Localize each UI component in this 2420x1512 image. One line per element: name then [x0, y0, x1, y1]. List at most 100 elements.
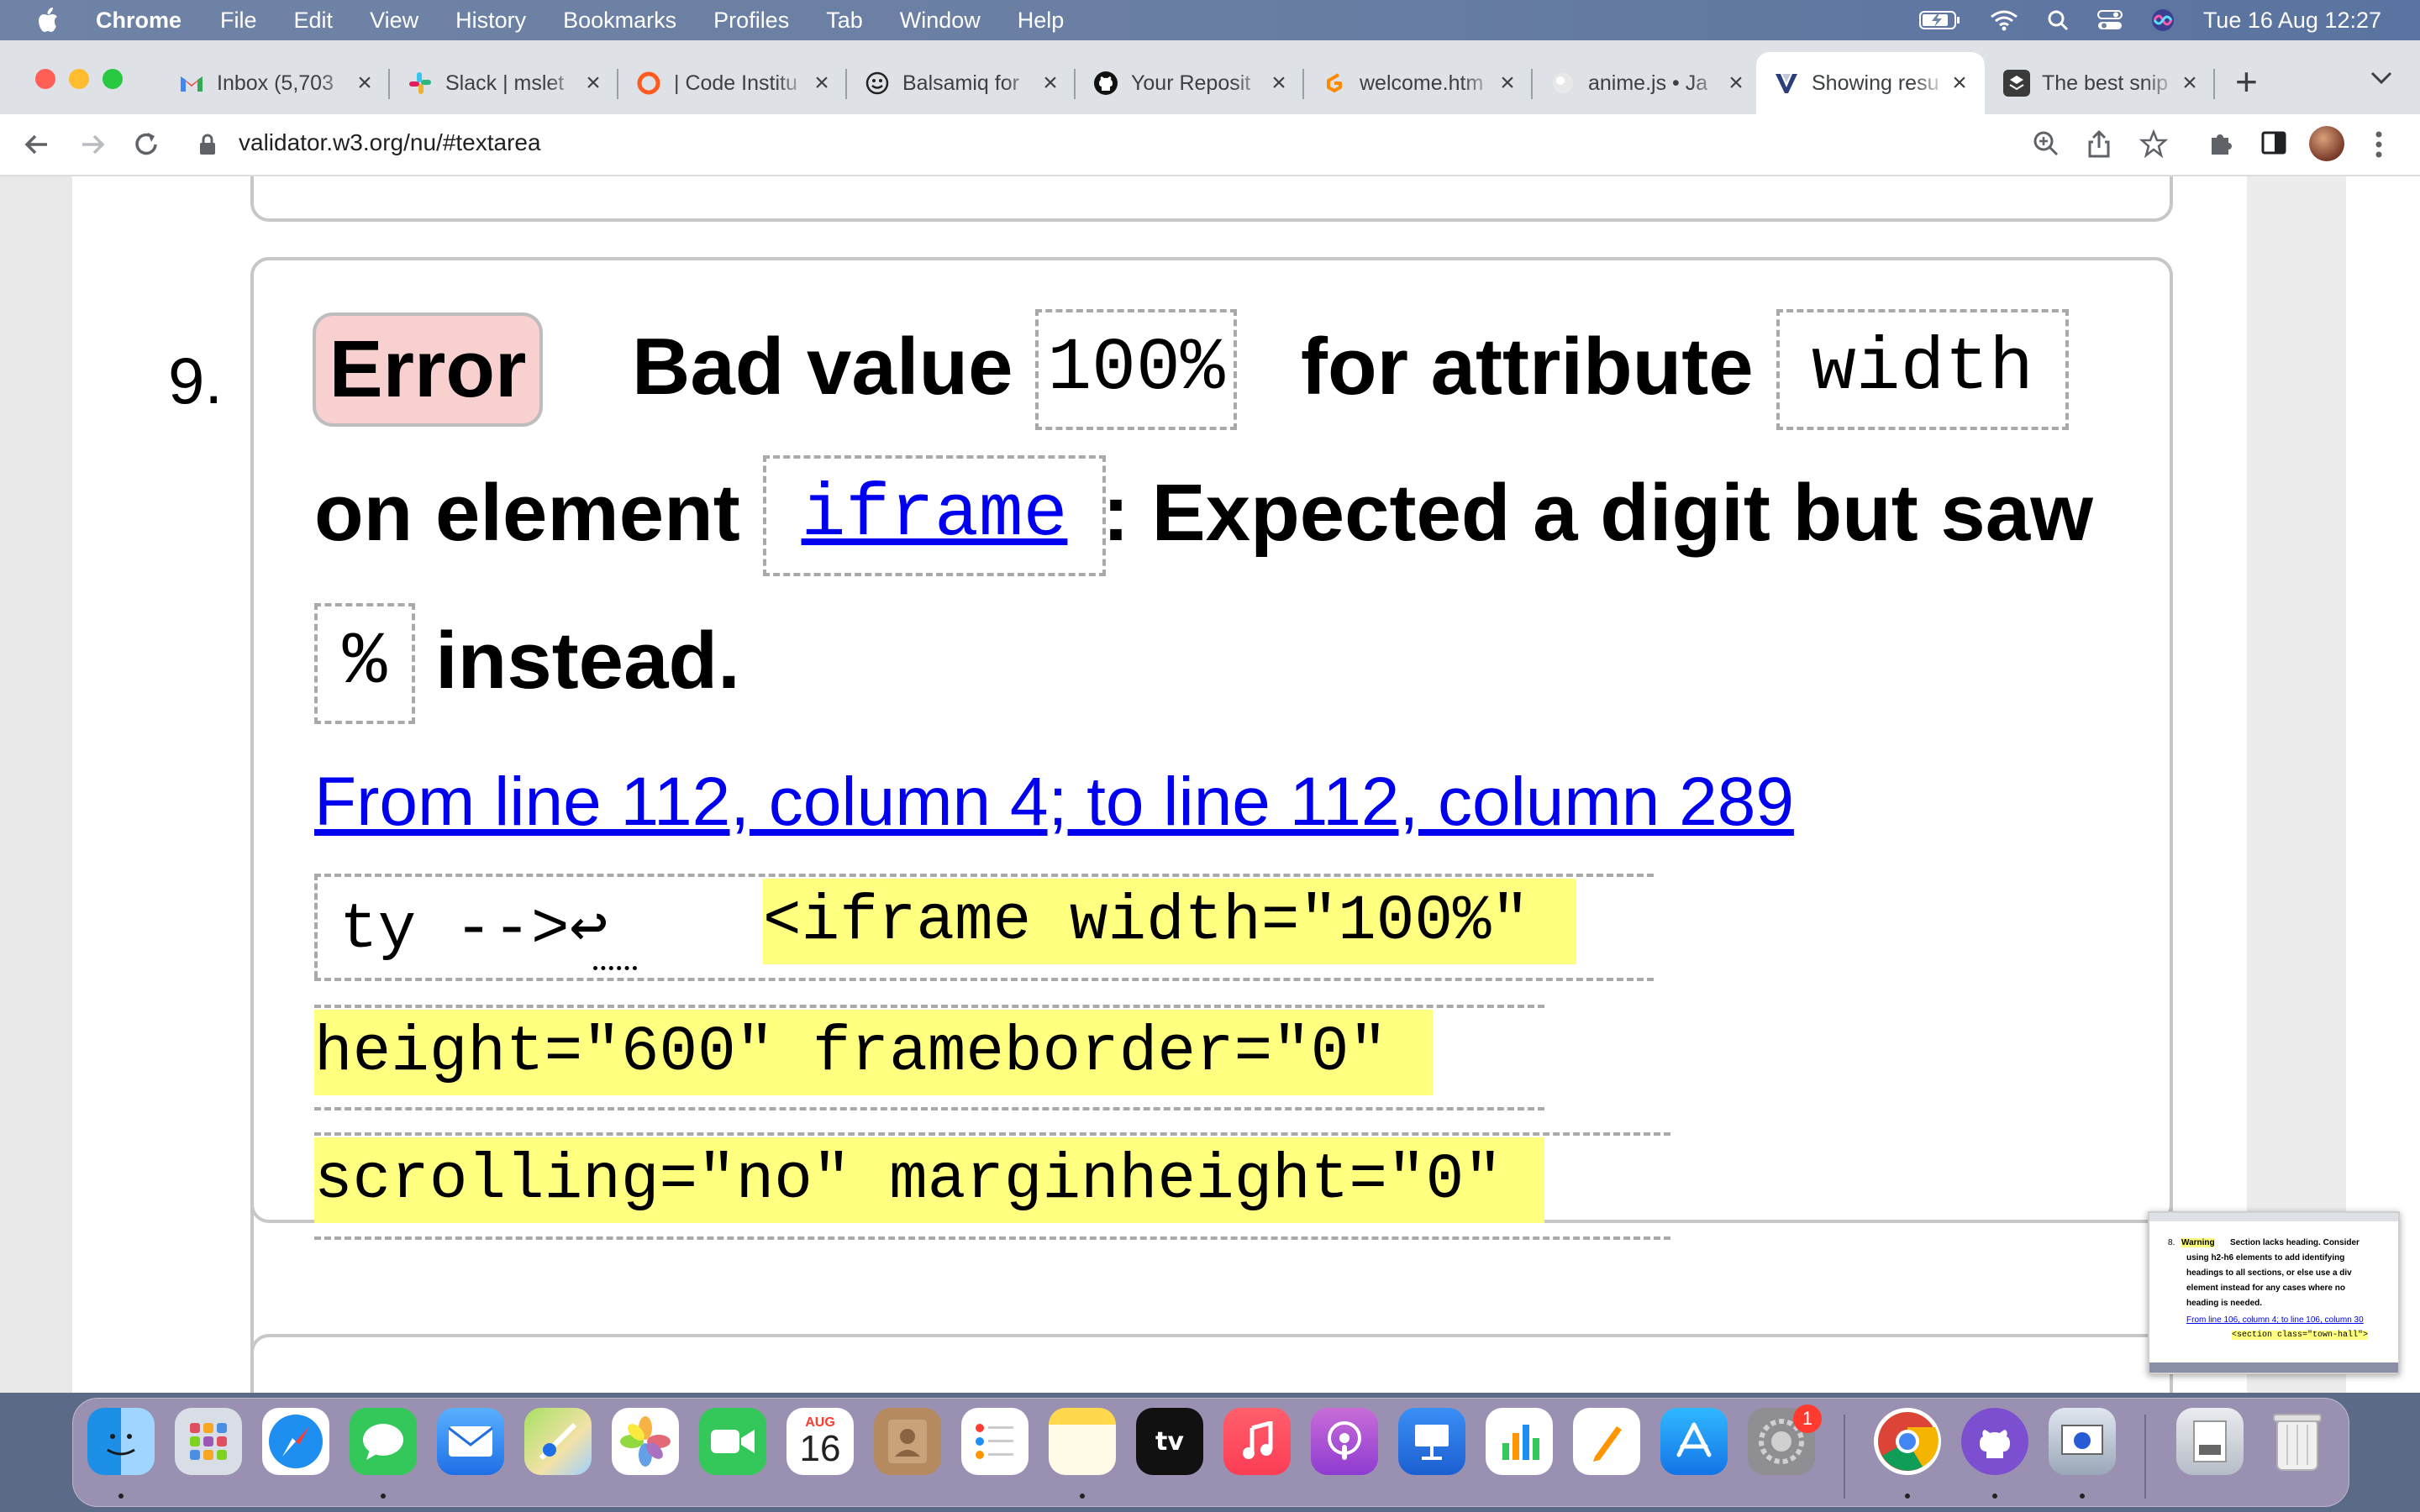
- extract-highlight-line-3: scrolling="no" marginheight="0": [314, 1137, 1544, 1223]
- gmail-icon: [178, 70, 205, 97]
- launchpad-icon[interactable]: [175, 1408, 242, 1475]
- reload-icon[interactable]: [131, 129, 161, 160]
- app-store-icon[interactable]: [1660, 1408, 1728, 1475]
- message-number: 9.: [168, 344, 224, 417]
- system-preferences-badge: 1: [1793, 1404, 1822, 1433]
- reminders-icon[interactable]: [961, 1408, 1028, 1475]
- screenshot-thumbnail[interactable]: 8. Warning Section lacks heading. Consid…: [2148, 1211, 2400, 1374]
- photos-icon[interactable]: [612, 1408, 679, 1475]
- thumbnail-line-3: headings to all sections, or else use a …: [2186, 1268, 2352, 1278]
- trash-icon[interactable]: [2264, 1408, 2331, 1475]
- menu-history[interactable]: History: [455, 8, 526, 34]
- menu-view[interactable]: View: [370, 8, 418, 34]
- menu-help[interactable]: Help: [1018, 8, 1065, 34]
- tab-close-icon[interactable]: ×: [353, 69, 376, 97]
- tab-validator-active[interactable]: Showing resu ×: [1756, 52, 1985, 114]
- menu-bar-clock[interactable]: Tue 16 Aug 12:27: [2203, 8, 2381, 34]
- menu-file[interactable]: File: [220, 8, 257, 34]
- tab-close-icon[interactable]: ×: [1039, 69, 1062, 97]
- notes-icon[interactable]: [1049, 1408, 1116, 1475]
- extract-context: ty -->↩: [339, 894, 608, 966]
- thumbnail-line-1: Section lacks heading. Consider: [2230, 1238, 2360, 1247]
- tab-snippets[interactable]: The best snip ×: [1986, 52, 2215, 114]
- tab-code-institute[interactable]: | Code Institu ×: [618, 52, 847, 114]
- more-menu-icon[interactable]: [2375, 129, 2383, 160]
- downloads-stack-icon[interactable]: [2176, 1408, 2244, 1475]
- address-bar-url[interactable]: validator.w3.org/nu/#textarea: [239, 129, 541, 156]
- tab-title: welcome.htm: [1360, 71, 1484, 95]
- side-panel-icon[interactable]: [2260, 129, 2287, 156]
- calendar-day: 16: [799, 1428, 841, 1469]
- menu-window[interactable]: Window: [900, 8, 981, 34]
- wifi-icon[interactable]: [1990, 9, 2018, 31]
- chrome-icon[interactable]: [1874, 1408, 1941, 1475]
- profile-avatar[interactable]: [2309, 126, 2344, 161]
- chrome-running-indicator: [1905, 1494, 1910, 1499]
- music-icon[interactable]: [1223, 1408, 1291, 1475]
- window-minimize-button[interactable]: [69, 69, 89, 89]
- menu-edit[interactable]: Edit: [294, 8, 334, 34]
- tab-gmail[interactable]: Inbox (5,703 ×: [161, 52, 390, 114]
- github-desktop-icon[interactable]: [1961, 1408, 2028, 1475]
- zoom-icon[interactable]: [2032, 129, 2060, 158]
- finder-icon[interactable]: [87, 1408, 155, 1475]
- menu-app-name[interactable]: Chrome: [96, 8, 182, 34]
- pages-icon[interactable]: [1573, 1408, 1640, 1475]
- bookmark-star-icon[interactable]: [2139, 129, 2168, 158]
- tab-animejs[interactable]: anime.js • Ja ×: [1533, 52, 1761, 114]
- tab-close-icon[interactable]: ×: [1267, 69, 1291, 97]
- lock-icon[interactable]: [198, 133, 217, 156]
- tab-search-chevron-icon[interactable]: [2370, 71, 2393, 86]
- tab-close-icon[interactable]: ×: [810, 69, 834, 97]
- maps-icon[interactable]: [524, 1408, 592, 1475]
- share-icon[interactable]: [2086, 129, 2112, 160]
- numbers-icon[interactable]: [1486, 1408, 1553, 1475]
- extensions-puzzle-icon[interactable]: [2207, 129, 2235, 158]
- messages-icon[interactable]: [350, 1408, 417, 1475]
- tab-title: Inbox (5,703: [217, 71, 334, 95]
- apple-tv-icon[interactable]: tv: [1136, 1408, 1203, 1475]
- tab-balsamiq[interactable]: Balsamiq for ×: [847, 52, 1076, 114]
- menu-tab[interactable]: Tab: [826, 8, 863, 34]
- tab-github[interactable]: Your Reposit ×: [1076, 52, 1304, 114]
- messages-running-indicator: [381, 1494, 386, 1499]
- dock-separator: [1844, 1415, 1845, 1499]
- iframe-element-link[interactable]: iframe: [802, 474, 1068, 557]
- window-close-button[interactable]: [35, 69, 55, 89]
- notes-running-indicator: [1080, 1494, 1085, 1499]
- battery-icon[interactable]: [1918, 10, 1961, 30]
- spotlight-search-icon[interactable]: [2047, 9, 2069, 31]
- tab-close-icon[interactable]: ×: [581, 69, 605, 97]
- calendar-icon[interactable]: AUG 16: [786, 1408, 854, 1475]
- keynote-icon[interactable]: [1398, 1408, 1465, 1475]
- extract-top-border: [314, 874, 1654, 877]
- safari-icon[interactable]: [262, 1408, 329, 1475]
- menu-bookmarks[interactable]: Bookmarks: [563, 8, 676, 34]
- tab-close-icon[interactable]: ×: [1496, 69, 1519, 97]
- message-text-on-element: on element: [314, 468, 740, 558]
- control-center-icon[interactable]: [2096, 9, 2123, 31]
- window-maximize-button[interactable]: [103, 69, 123, 89]
- mail-icon[interactable]: [437, 1408, 504, 1475]
- new-tab-icon[interactable]: +: [2235, 62, 2258, 101]
- extract-divider-4: [314, 1132, 1670, 1136]
- extract-bottom-border: [314, 1236, 1670, 1240]
- thumbnail-link: From line 106, column 4; to line 106, co…: [2186, 1315, 2364, 1325]
- thumbnail-dock: [2149, 1362, 2398, 1373]
- back-arrow-icon[interactable]: [22, 129, 52, 160]
- forward-arrow-icon[interactable]: [77, 129, 108, 160]
- tab-close-icon[interactable]: ×: [1724, 69, 1748, 97]
- contacts-icon[interactable]: [874, 1408, 941, 1475]
- siri-icon[interactable]: [2151, 8, 2175, 32]
- next-message-card: [250, 1334, 2173, 1393]
- source-location-link[interactable]: From line 112, column 4; to line 112, co…: [314, 763, 1794, 842]
- tab-slack[interactable]: Slack | mslet ×: [390, 52, 618, 114]
- menu-profiles[interactable]: Profiles: [713, 8, 789, 34]
- podcasts-icon[interactable]: [1311, 1408, 1378, 1475]
- apple-menu-icon[interactable]: [37, 8, 59, 33]
- tab-close-icon[interactable]: ×: [2178, 69, 2202, 97]
- facetime-icon[interactable]: [699, 1408, 766, 1475]
- tab-gitpod[interactable]: welcome.htm ×: [1304, 52, 1533, 114]
- preview-icon[interactable]: [2049, 1408, 2116, 1475]
- tab-close-icon[interactable]: ×: [1948, 69, 1971, 97]
